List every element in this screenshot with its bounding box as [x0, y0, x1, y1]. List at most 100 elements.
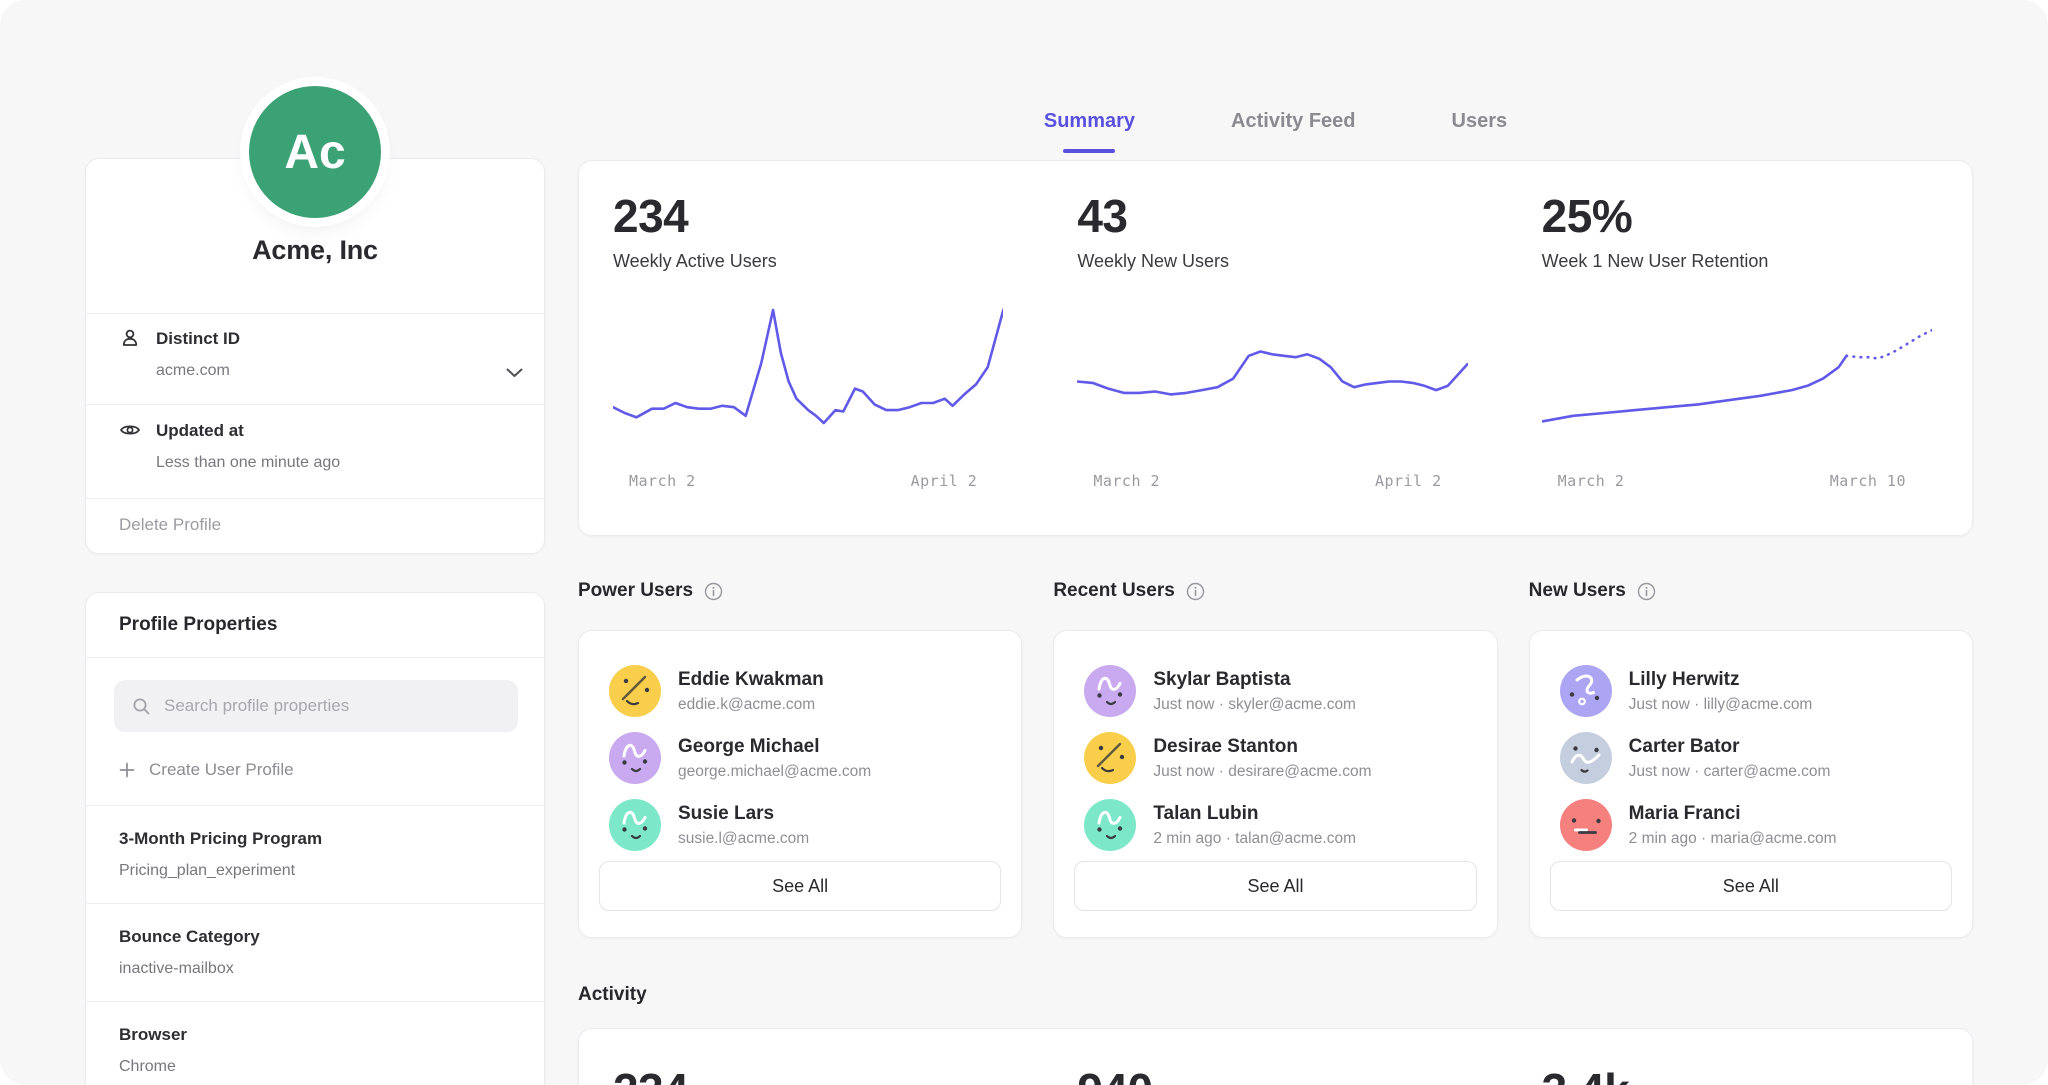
profile-property-row[interactable]: Bounce Category inactive-mailbox: [86, 904, 544, 1002]
profile-property-row[interactable]: Browser Chrome: [86, 1002, 544, 1085]
app-window: Ac Acme, Inc Distinct ID acme.com Update…: [0, 0, 2048, 1085]
stat-week1-retention: 25% Week 1 New User Retention March 2 Ma…: [1508, 161, 1972, 535]
delete-profile-button[interactable]: Delete Profile: [119, 515, 221, 535]
info-icon[interactable]: [1186, 582, 1205, 601]
user-row[interactable]: Maria Franci 2 min ago · maria@acme.com: [1560, 799, 1942, 851]
recent-users-heading: Recent Users: [1053, 580, 1497, 602]
x-axis-start-label: March 2: [1093, 472, 1160, 490]
x-axis-start-label: March 2: [629, 472, 696, 490]
x-axis-end-label: April 2: [911, 472, 978, 490]
user-subtext: Just now · desirare@acme.com: [1153, 763, 1371, 781]
user-meta: Carter Bator Just now · carter@acme.com: [1629, 736, 1831, 781]
user-row[interactable]: Lilly Herwitz Just now · lilly@acme.com: [1560, 665, 1942, 717]
user-meta: Skylar Baptista Just now · skyler@acme.c…: [1153, 669, 1356, 714]
info-icon[interactable]: [704, 582, 723, 601]
power-users-title: Power Users: [578, 580, 693, 602]
user-avatar: [609, 799, 661, 851]
company-avatar: Ac: [249, 86, 381, 218]
updated-at-value: Less than one minute ago: [156, 454, 340, 472]
user-subtext: george.michael@acme.com: [678, 763, 871, 781]
stat-value: 234: [613, 189, 1003, 243]
profile-properties-list: 3-Month Pricing Program Pricing_plan_exp…: [86, 806, 544, 1085]
distinct-id-value: acme.com: [156, 362, 230, 380]
updated-at-label: Updated at: [156, 421, 244, 441]
person-icon: [119, 327, 141, 349]
company-name: Acme, Inc: [86, 235, 544, 266]
search-input[interactable]: [164, 696, 484, 716]
property-name: 3-Month Pricing Program: [119, 828, 511, 850]
user-avatar: [1560, 732, 1612, 784]
company-avatar-initials: Ac: [284, 125, 345, 180]
user-subtext: Just now · carter@acme.com: [1629, 763, 1831, 781]
x-axis-end-label: March 10: [1830, 472, 1906, 490]
retention-sparkline: [1542, 300, 1932, 460]
user-name: Lilly Herwitz: [1629, 669, 1813, 691]
activity-stat-value: 3.4k: [1508, 1029, 1972, 1085]
tab-users[interactable]: Users: [1448, 102, 1512, 153]
profile-properties-card: Profile Properties Create User Profile 3…: [85, 592, 545, 1085]
stat-label: Week 1 New User Retention: [1542, 251, 1932, 272]
stat-label: Weekly Active Users: [613, 251, 1003, 272]
create-user-profile-label: Create User Profile: [149, 760, 294, 780]
user-name: Carter Bator: [1629, 736, 1831, 758]
create-user-profile-button[interactable]: Create User Profile: [119, 755, 294, 785]
user-name: Desirae Stanton: [1153, 736, 1371, 758]
user-subtext: 2 min ago · maria@acme.com: [1629, 830, 1837, 848]
power-users-list: Eddie Kwakman eddie.k@acme.com George Mi…: [609, 665, 991, 851]
new-users-title: New Users: [1529, 580, 1626, 602]
user-row[interactable]: Susie Lars susie.l@acme.com: [609, 799, 991, 851]
user-meta: Desirae Stanton Just now · desirare@acme…: [1153, 736, 1371, 781]
user-row[interactable]: Skylar Baptista Just now · skyler@acme.c…: [1084, 665, 1466, 717]
see-all-button[interactable]: See All: [599, 861, 1001, 911]
user-row[interactable]: Talan Lubin 2 min ago · talan@acme.com: [1084, 799, 1466, 851]
weekly-new-users-sparkline: [1077, 300, 1467, 460]
user-meta: Talan Lubin 2 min ago · talan@acme.com: [1153, 803, 1356, 848]
user-name: George Michael: [678, 736, 871, 758]
profile-properties-search[interactable]: [114, 680, 518, 732]
user-avatar: [609, 732, 661, 784]
user-subtext: susie.l@acme.com: [678, 830, 809, 848]
tab-activity-feed[interactable]: Activity Feed: [1227, 102, 1359, 153]
recent-users-title: Recent Users: [1053, 580, 1174, 602]
eye-icon: [119, 419, 141, 441]
activity-heading: Activity: [578, 984, 647, 1006]
user-list-cards: Eddie Kwakman eddie.k@acme.com George Mi…: [578, 630, 1973, 938]
new-users-card: Lilly Herwitz Just now · lilly@acme.com …: [1529, 630, 1973, 938]
info-icon[interactable]: [1637, 582, 1656, 601]
property-value: Pricing_plan_experiment: [119, 861, 511, 881]
user-name: Talan Lubin: [1153, 803, 1356, 825]
plus-icon: [119, 762, 135, 778]
power-users-heading: Power Users: [578, 580, 1022, 602]
user-list-headings: Power Users Recent Users New Users: [578, 580, 1973, 602]
user-meta: Lilly Herwitz Just now · lilly@acme.com: [1629, 669, 1813, 714]
weekly-active-users-sparkline: [613, 300, 1003, 460]
user-avatar: [1560, 799, 1612, 851]
chevron-down-icon[interactable]: [506, 365, 523, 375]
user-row[interactable]: Carter Bator Just now · carter@acme.com: [1560, 732, 1942, 784]
divider: [86, 404, 544, 405]
x-axis-end-label: April 2: [1375, 472, 1442, 490]
new-users-list: Lilly Herwitz Just now · lilly@acme.com …: [1560, 665, 1942, 851]
see-all-button[interactable]: See All: [1074, 861, 1476, 911]
stat-label: Weekly New Users: [1077, 251, 1467, 272]
user-row[interactable]: Eddie Kwakman eddie.k@acme.com: [609, 665, 991, 717]
summary-stats-card: 234 Weekly Active Users March 2 April 2 …: [578, 160, 1973, 536]
activity-stat-value: 234: [579, 1029, 1043, 1085]
stat-value: 43: [1077, 189, 1467, 243]
user-subtext: eddie.k@acme.com: [678, 696, 824, 714]
user-avatar: [1084, 799, 1136, 851]
user-avatar: [609, 665, 661, 717]
user-avatar: [1084, 665, 1136, 717]
user-name: Susie Lars: [678, 803, 809, 825]
see-all-button[interactable]: See All: [1550, 861, 1952, 911]
property-name: Browser: [119, 1024, 511, 1046]
divider: [86, 498, 544, 499]
user-row[interactable]: Desirae Stanton Just now · desirare@acme…: [1084, 732, 1466, 784]
tab-summary[interactable]: Summary: [1040, 102, 1139, 153]
profile-properties-title: Profile Properties: [119, 614, 277, 636]
user-row[interactable]: George Michael george.michael@acme.com: [609, 732, 991, 784]
user-name: Maria Franci: [1629, 803, 1837, 825]
profile-property-row[interactable]: 3-Month Pricing Program Pricing_plan_exp…: [86, 806, 544, 904]
property-value: inactive-mailbox: [119, 959, 511, 979]
stat-weekly-new-users: 43 Weekly New Users March 2 April 2: [1043, 161, 1507, 535]
